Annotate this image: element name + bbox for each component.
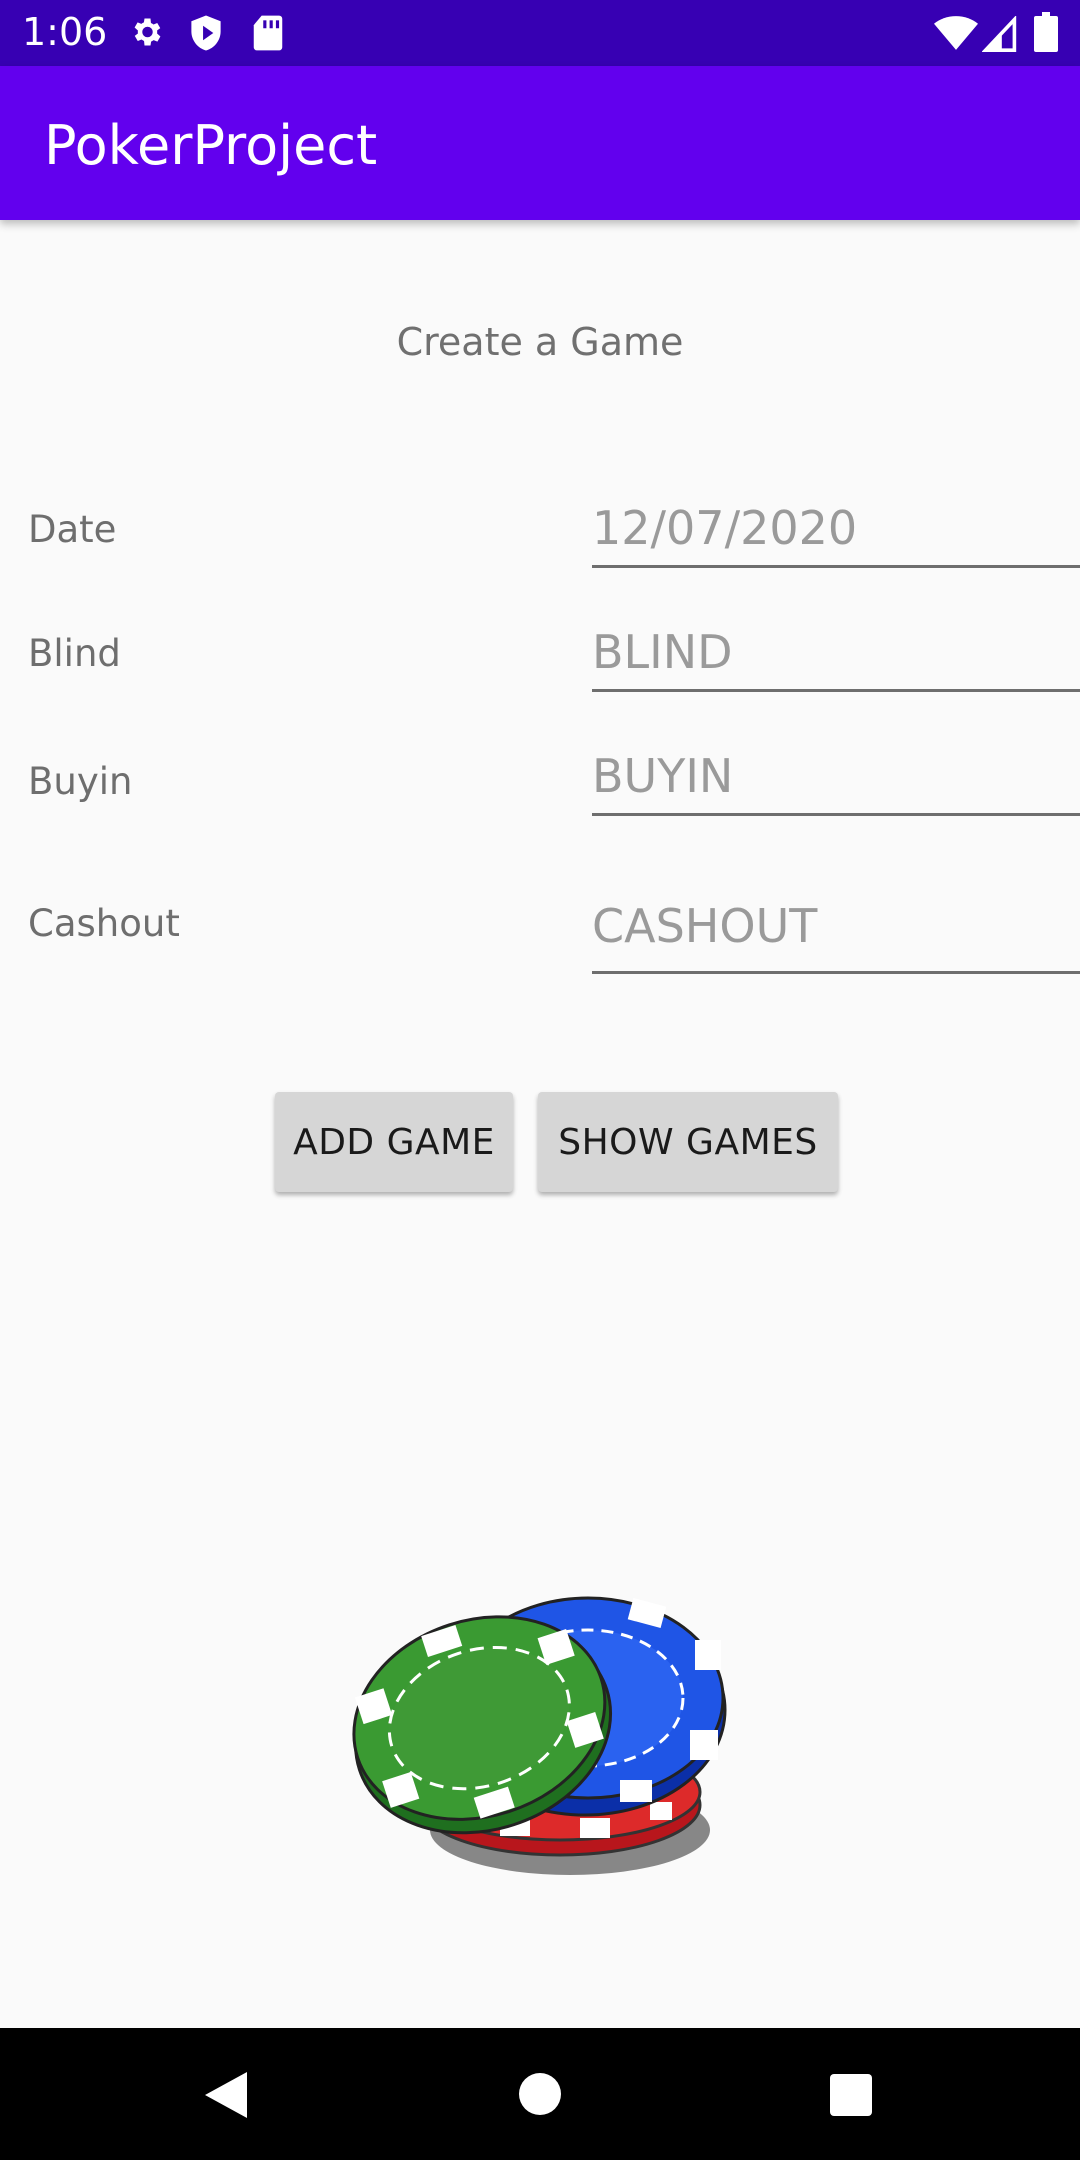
signal-icon xyxy=(982,16,1017,52)
back-icon[interactable] xyxy=(203,2070,249,2120)
show-games-button[interactable]: SHOW GAMES xyxy=(538,1092,838,1192)
poker-chips-icon xyxy=(352,1596,727,1875)
home-icon[interactable] xyxy=(518,2072,562,2116)
recents-icon[interactable] xyxy=(830,2074,872,2116)
cashout-label: Cashout xyxy=(28,902,180,945)
sd-card-icon xyxy=(253,15,283,51)
shield-icon xyxy=(191,15,221,51)
status-time: 1:06 xyxy=(22,10,108,54)
navigation-bar xyxy=(0,2028,1080,2160)
add-game-button[interactable]: ADD GAME xyxy=(275,1092,513,1192)
blind-label: Blind xyxy=(28,632,121,675)
cashout-field[interactable] xyxy=(592,880,1080,974)
gear-icon xyxy=(134,18,161,46)
date-label: Date xyxy=(28,508,117,551)
page-heading: Create a Game xyxy=(396,320,684,364)
blind-field[interactable] xyxy=(592,614,1080,692)
app-title: PokerProject xyxy=(44,114,378,177)
wifi-icon xyxy=(934,16,978,50)
buyin-label: Buyin xyxy=(28,760,133,803)
battery-icon xyxy=(1034,12,1058,52)
app-bar: PokerProject xyxy=(0,66,1080,220)
status-bar: 1:06 xyxy=(0,0,1080,66)
date-field[interactable] xyxy=(592,490,1080,568)
buyin-field[interactable] xyxy=(592,738,1080,816)
